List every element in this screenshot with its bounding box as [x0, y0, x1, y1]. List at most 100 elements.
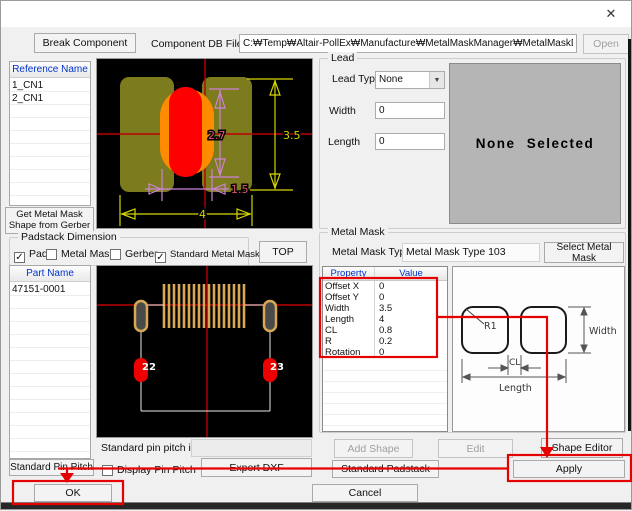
title-bar: ✕ — [1, 1, 631, 27]
dim-3-5-label: 3.5 — [283, 129, 301, 142]
part-name-rows: 47151-0001 — [10, 283, 90, 458]
apply-button[interactable]: Apply — [513, 460, 625, 478]
edit-button[interactable]: Edit — [438, 439, 513, 458]
property-value: 0 — [375, 281, 447, 292]
padstack-dimension-group: Padstack Dimension ✓Pad Metal Mask Gerbe… — [9, 237, 249, 266]
bottom-edge-strip — [1, 502, 631, 509]
metal-mask-type-label: Metal Mask Type — [332, 246, 411, 258]
metal-mask-type-value: Metal Mask Type 103 — [402, 243, 540, 262]
r1-label: R1 — [484, 321, 497, 332]
component-outline — [141, 305, 270, 411]
part-name-header[interactable]: Part Name — [10, 266, 90, 282]
column-header-value[interactable]: Value — [375, 267, 447, 280]
component-db-path-input[interactable] — [239, 34, 577, 53]
cl-label: CL — [509, 358, 520, 368]
checkbox-standard-metal-mask-box[interactable]: ✓ — [155, 252, 166, 263]
pin-left-shape — [135, 301, 147, 331]
checkbox-standard-metal-mask[interactable]: ✓ Standard Metal Mask — [155, 245, 260, 263]
standard-padstack-button[interactable]: Standard Padstack — [332, 460, 439, 478]
table-row[interactable]: Width3.5 — [323, 303, 447, 314]
checkbox-gerber-label: Gerber — [125, 248, 158, 260]
add-shape-button[interactable]: Add Shape — [334, 439, 413, 458]
close-icon[interactable]: ✕ — [599, 4, 623, 24]
lead-length-input[interactable] — [375, 133, 445, 150]
part-name-list[interactable]: Part Name 47151-0001 — [9, 265, 91, 459]
checkbox-gerber[interactable]: Gerber — [110, 245, 158, 263]
list-item[interactable]: 47151-0001 — [10, 283, 90, 296]
mask-property-table-header[interactable]: Property Value — [323, 267, 447, 281]
get-metal-mask-shape-button[interactable]: Get Metal Mask Shape from Gerber — [5, 207, 94, 234]
r1-leader-line — [466, 309, 484, 324]
list-item[interactable]: 2_CN1 — [10, 92, 90, 105]
lead-preview-panel: None Selected — [449, 63, 621, 224]
property-name: CL — [323, 325, 375, 336]
export-dxf-button[interactable]: Export DXF — [201, 458, 312, 477]
pin-preview-drawing: 22 23 — [97, 266, 312, 437]
lead-group-title: Lead — [328, 52, 357, 64]
reference-name-header[interactable]: Reference Name — [10, 62, 90, 78]
table-row[interactable]: CL0.8 — [323, 325, 447, 336]
property-value: 0.8 — [375, 325, 447, 336]
checkbox-metal-mask[interactable]: Metal Mask — [46, 245, 115, 263]
dim-4-label: 4 — [199, 208, 206, 221]
lead-group: Lead Lead Type None ▼ Width Length None … — [319, 58, 626, 229]
lead-width-input[interactable] — [375, 102, 445, 119]
pin-pitch-info-field[interactable] — [191, 439, 312, 457]
select-metal-mask-button[interactable]: Select Metal Mask — [544, 242, 624, 263]
ok-button[interactable]: OK — [34, 484, 112, 502]
connector-body-hatch — [164, 284, 244, 328]
lead-preview-text: None Selected — [476, 136, 595, 151]
background-window-sliver — [628, 39, 631, 431]
reference-name-rows: 1_CN1 2_CN1 — [10, 79, 90, 205]
property-value: 3.5 — [375, 303, 447, 314]
checkbox-gerber-box[interactable] — [110, 249, 121, 260]
mask-shape-red — [169, 87, 202, 177]
reference-name-list[interactable]: Reference Name 1_CN1 2_CN1 — [9, 61, 91, 206]
mask-property-table[interactable]: Property Value Offset X0 Offset Y0 Width… — [322, 266, 448, 432]
table-row[interactable]: Offset X0 — [323, 281, 447, 292]
standard-pin-pitch-button[interactable]: Standard Pin Pitch — [9, 459, 94, 476]
pin-preview-canvas[interactable]: 22 23 — [96, 265, 313, 438]
top-view-button[interactable]: TOP — [259, 241, 307, 263]
pin-23-label: 23 — [270, 362, 284, 373]
property-name: R — [323, 336, 375, 347]
property-name: Width — [323, 303, 375, 314]
metal-mask-group-title: Metal Mask — [328, 226, 388, 238]
cancel-button[interactable]: Cancel — [312, 484, 418, 502]
checkbox-metal-mask-box[interactable] — [46, 249, 57, 260]
diagram-right-square — [521, 307, 566, 353]
shape-editor-button[interactable]: Shape Editor — [541, 438, 623, 458]
lead-type-select[interactable]: None ▼ — [375, 71, 445, 89]
display-pin-pitch-label: Display Pin Pitch — [117, 464, 196, 476]
table-row[interactable]: R0.2 — [323, 336, 447, 347]
pin-right-shape — [264, 301, 276, 331]
table-empty-rows — [323, 360, 447, 431]
property-value: 4 — [375, 314, 447, 325]
mask-dimension-diagram: R1 Width CL Length — [452, 266, 625, 432]
checkbox-standard-metal-mask-label: Standard Metal Mask — [170, 249, 260, 260]
table-row[interactable]: Length4 — [323, 314, 447, 325]
checkbox-pad-box[interactable]: ✓ — [14, 252, 25, 263]
display-pin-pitch-checkbox[interactable]: Display Pin Pitch — [102, 461, 196, 479]
component-db-file-label: Component DB File — [151, 38, 243, 50]
property-name: Length — [323, 314, 375, 325]
open-button[interactable]: Open — [583, 34, 629, 54]
chevron-down-icon[interactable]: ▼ — [429, 72, 444, 88]
break-component-button[interactable]: Break Component — [34, 33, 136, 53]
list-item[interactable]: 1_CN1 — [10, 79, 90, 92]
lead-type-value: None — [379, 74, 403, 85]
display-pin-pitch-box[interactable] — [102, 465, 113, 476]
property-name: Offset X — [323, 281, 375, 292]
checkbox-pad[interactable]: ✓Pad — [14, 245, 48, 263]
width-dimension — [568, 307, 591, 353]
property-value: 0 — [375, 292, 447, 303]
length-label: Length — [499, 383, 532, 394]
pad-preview-canvas[interactable]: 2.7 1.5 3.5 — [96, 58, 313, 229]
lead-type-label: Lead Type — [332, 73, 381, 85]
column-header-property[interactable]: Property — [323, 267, 375, 280]
table-row[interactable]: Rotation0 — [323, 347, 447, 358]
pin-pitch-info-label: Standard pin pitch info — [101, 442, 206, 454]
table-row[interactable]: Offset Y0 — [323, 292, 447, 303]
mask-diagram-drawing: R1 Width CL Length — [453, 267, 624, 431]
dim-4-lines — [120, 195, 252, 226]
